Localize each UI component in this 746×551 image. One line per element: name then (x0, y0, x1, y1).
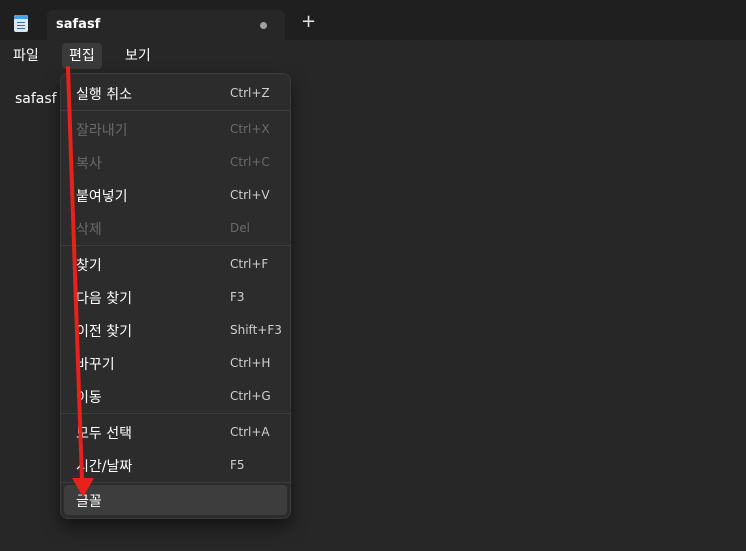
menu-item-label: 붙여넣기 (76, 189, 128, 205)
menu-item-shortcut: Ctrl+A (230, 425, 270, 439)
unsaved-dot-icon[interactable] (260, 22, 267, 29)
menu-item-shortcut: Ctrl+G (230, 389, 271, 403)
menu-separator (61, 245, 290, 246)
menu-item-find-next[interactable]: 다음 찾기 F3 (64, 282, 287, 312)
menu-item-font[interactable]: 글꼴 (64, 485, 287, 515)
menu-item-label: 모두 선택 (76, 426, 132, 442)
edit-menu-dropdown: 실행 취소 Ctrl+Z 잘라내기 Ctrl+X 복사 Ctrl+C 붙여넣기 … (60, 73, 291, 519)
notepad-icon (14, 15, 28, 32)
menu-item-delete[interactable]: 삭제 Del (64, 213, 287, 243)
menu-item-shortcut: Del (230, 221, 250, 235)
menu-item-label: 글꼴 (76, 494, 102, 510)
document-tab[interactable]: safasf (47, 10, 285, 40)
menu-item-go-to[interactable]: 이동 Ctrl+G (64, 381, 287, 411)
menu-item-shortcut: Ctrl+C (230, 155, 270, 169)
menu-item-replace[interactable]: 바꾸기 Ctrl+H (64, 348, 287, 378)
menu-item-shortcut: Ctrl+F (230, 257, 269, 271)
menu-item-copy[interactable]: 복사 Ctrl+C (64, 147, 287, 177)
menu-item-shortcut: Shift+F3 (230, 323, 282, 337)
menu-edit[interactable]: 편집 (62, 43, 102, 69)
menu-item-label: 이전 찾기 (76, 324, 132, 340)
menu-item-shortcut: F5 (230, 458, 245, 472)
menu-item-shortcut: Ctrl+H (230, 356, 271, 370)
menu-item-label: 복사 (76, 156, 102, 172)
menu-separator (61, 413, 290, 414)
menu-separator (61, 482, 290, 483)
new-tab-button[interactable]: + (301, 12, 316, 32)
menu-item-label: 다음 찾기 (76, 291, 132, 307)
editor-content[interactable]: safasf (15, 91, 57, 107)
menu-separator (61, 110, 290, 111)
menu-item-paste[interactable]: 붙여넣기 Ctrl+V (64, 180, 287, 210)
menu-item-label: 실행 취소 (76, 87, 132, 103)
menu-item-label: 찾기 (76, 258, 102, 274)
menu-item-shortcut: Ctrl+X (230, 122, 270, 136)
menu-item-time-date[interactable]: 시간/날짜 F5 (64, 450, 287, 480)
menu-item-label: 시간/날짜 (76, 459, 133, 475)
menu-view[interactable]: 보기 (118, 43, 158, 69)
menu-item-label: 잘라내기 (76, 123, 128, 139)
menu-item-shortcut: Ctrl+V (230, 188, 270, 202)
menu-item-label: 바꾸기 (76, 357, 115, 373)
menu-item-shortcut: F3 (230, 290, 245, 304)
menu-item-find[interactable]: 찾기 Ctrl+F (64, 249, 287, 279)
menu-item-label: 이동 (76, 390, 102, 406)
tab-title: safasf (56, 17, 101, 32)
menu-item-find-previous[interactable]: 이전 찾기 Shift+F3 (64, 315, 287, 345)
menu-bar: 파일 편집 보기 (0, 40, 746, 72)
menu-file[interactable]: 파일 (6, 43, 46, 69)
menu-item-select-all[interactable]: 모두 선택 Ctrl+A (64, 417, 287, 447)
menu-item-undo[interactable]: 실행 취소 Ctrl+Z (64, 78, 287, 108)
menu-item-shortcut: Ctrl+Z (230, 86, 270, 100)
menu-item-label: 삭제 (76, 222, 102, 238)
title-bar: safasf + (0, 0, 746, 40)
menu-item-cut[interactable]: 잘라내기 Ctrl+X (64, 114, 287, 144)
